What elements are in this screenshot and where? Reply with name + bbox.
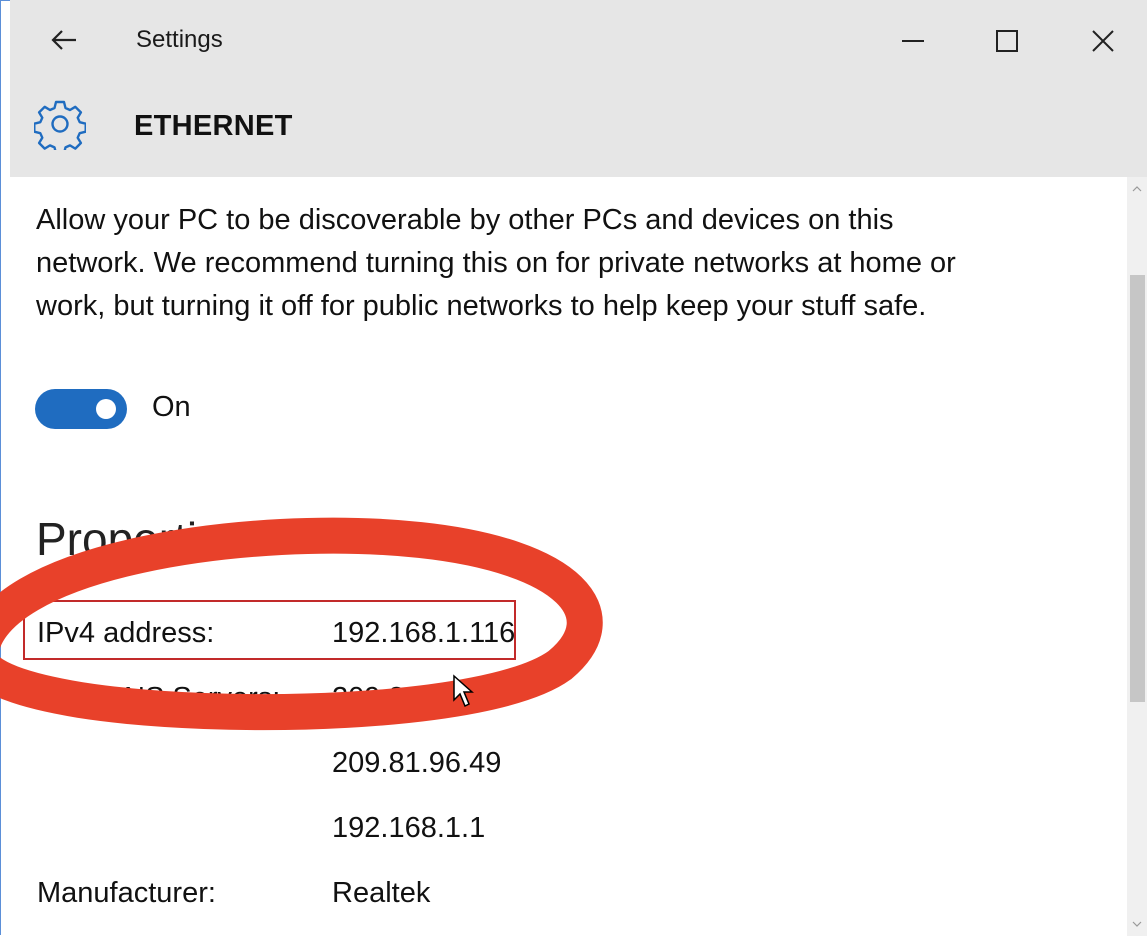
toggle-state-label: On bbox=[152, 391, 191, 423]
window-title: Settings bbox=[136, 26, 223, 53]
page-header: ETHERNET bbox=[10, 88, 1147, 177]
manufacturer-value: Realtek bbox=[332, 877, 431, 909]
ipv4-address-value: 192.168.1.116 bbox=[332, 617, 516, 649]
page-title: ETHERNET bbox=[134, 110, 293, 142]
back-button[interactable] bbox=[44, 22, 84, 62]
maximize-button[interactable] bbox=[972, 14, 1042, 72]
manufacturer-label: Manufacturer: bbox=[37, 877, 216, 909]
scroll-down-arrow-icon[interactable] bbox=[1127, 914, 1147, 934]
gear-icon bbox=[33, 98, 87, 155]
scroll-up-arrow-icon[interactable] bbox=[1127, 179, 1147, 199]
discovery-description: Allow your PC to be discoverable by othe… bbox=[36, 204, 956, 322]
minimize-icon bbox=[902, 30, 924, 57]
scrollbar-thumb[interactable] bbox=[1130, 275, 1145, 702]
ipv4-dns-label: IPv4 DNS Servers: bbox=[37, 682, 281, 714]
network-discovery-toggle[interactable] bbox=[35, 389, 127, 429]
mouse-cursor-icon bbox=[450, 674, 476, 715]
toggle-knob bbox=[96, 399, 116, 419]
ipv4-dns-value-3: 192.168.1.1 bbox=[332, 812, 486, 844]
close-icon bbox=[1092, 29, 1114, 57]
properties-heading: Properties bbox=[36, 513, 246, 565]
ipv4-address-label: IPv4 address: bbox=[37, 617, 215, 649]
vertical-scrollbar[interactable] bbox=[1127, 177, 1147, 936]
ipv4-dns-value-2: 209.81.96.49 bbox=[332, 747, 502, 779]
maximize-icon bbox=[996, 29, 1018, 57]
title-bar: Settings bbox=[10, 0, 1147, 88]
content-area: Allow your PC to be discoverable by othe… bbox=[10, 177, 1127, 936]
back-arrow-icon bbox=[50, 29, 78, 56]
minimize-button[interactable] bbox=[878, 14, 948, 72]
close-button[interactable] bbox=[1068, 14, 1138, 72]
